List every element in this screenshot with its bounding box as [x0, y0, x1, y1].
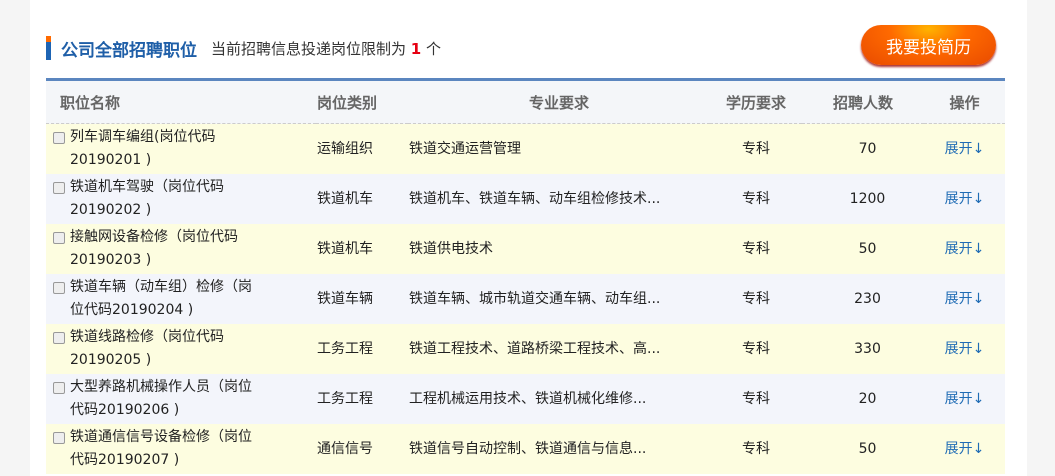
job-education: 专科	[710, 174, 802, 224]
job-count: 1200	[802, 174, 924, 224]
job-checkbox[interactable]	[53, 132, 65, 144]
job-category: 通信信号	[316, 424, 408, 474]
expand-link[interactable]: 展开↓	[924, 224, 1005, 274]
job-name-cell: 大型养路机械操作人员（岗位 代码20190206 )	[46, 374, 316, 424]
col-category: 岗位类别	[316, 79, 408, 124]
job-title: 接触网设备检修（岗位代码	[70, 229, 238, 245]
limit-count: 1	[410, 39, 422, 58]
expand-link[interactable]: 展开↓	[924, 424, 1005, 474]
limit-suffix: 个	[426, 39, 442, 58]
job-category: 铁道机车	[316, 224, 408, 274]
job-name-cell: 铁道通信信号设备检修（岗位 代码20190207 )	[46, 424, 316, 474]
expand-link[interactable]: 展开↓	[924, 324, 1005, 374]
job-major: 铁道交通运营管理	[408, 123, 710, 174]
job-name: 接触网设备检修（岗位代码 20190203 )	[70, 226, 238, 272]
job-title: 大型养路机械操作人员（岗位	[70, 379, 252, 395]
job-education: 专科	[710, 274, 802, 324]
table-row: 接触网设备检修（岗位代码 20190203 ) 铁道机车 铁道供电技术 专科 50…	[46, 224, 1005, 274]
table-row: 大型养路机械操作人员（岗位 代码20190206 ) 工务工程 工程机械运用技术、…	[46, 374, 1005, 424]
job-category: 运输组织	[316, 123, 408, 174]
job-count: 330	[802, 324, 924, 374]
section-title: 公司全部招聘职位	[61, 40, 197, 61]
expand-link[interactable]: 展开↓	[924, 274, 1005, 324]
title-accent-bar	[46, 36, 51, 60]
table-row: 列车调车编组(岗位代码 20190201 ) 运输组织 铁道交通运营管理 专科 7…	[46, 123, 1005, 174]
job-name: 大型养路机械操作人员（岗位 代码20190206 )	[70, 376, 252, 422]
job-count: 230	[802, 274, 924, 324]
job-education: 专科	[710, 224, 802, 274]
col-education: 学历要求	[710, 79, 802, 124]
job-code: 20190203 )	[70, 252, 152, 268]
job-table: 职位名称 岗位类别 专业要求 学历要求 招聘人数 操作 列车调车编组(岗位代码 2…	[46, 78, 1005, 474]
job-major: 铁道机车、铁道车辆、动车组检修技术...	[408, 174, 710, 224]
job-code: 代码20190207 )	[70, 452, 180, 468]
job-code: 代码20190206 )	[70, 402, 180, 418]
job-count: 50	[802, 424, 924, 474]
job-education: 专科	[710, 374, 802, 424]
job-category: 铁道机车	[316, 174, 408, 224]
expand-link[interactable]: 展开↓	[924, 374, 1005, 424]
job-major: 工程机械运用技术、铁道机械化维修...	[408, 374, 710, 424]
application-limit: 当前招聘信息投递岗位限制为 1 个	[211, 38, 441, 59]
section-header: 公司全部招聘职位 当前招聘信息投递岗位限制为 1 个	[46, 36, 441, 61]
job-name-cell: 列车调车编组(岗位代码 20190201 )	[46, 123, 316, 174]
job-code: 20190205 )	[70, 352, 152, 368]
job-checkbox[interactable]	[53, 182, 65, 194]
col-count: 招聘人数	[802, 79, 924, 124]
expand-link[interactable]: 展开↓	[924, 123, 1005, 174]
job-name: 铁道通信信号设备检修（岗位 代码20190207 )	[70, 426, 252, 472]
job-major: 铁道供电技术	[408, 224, 710, 274]
job-name-cell: 铁道机车驾驶（岗位代码 20190202 )	[46, 174, 316, 224]
job-name-cell: 接触网设备检修（岗位代码 20190203 )	[46, 224, 316, 274]
job-major: 铁道车辆、城市轨道交通车辆、动车组...	[408, 274, 710, 324]
job-education: 专科	[710, 123, 802, 174]
job-major: 铁道信号自动控制、铁道通信与信息...	[408, 424, 710, 474]
job-code: 20190201 )	[70, 152, 152, 168]
job-title: 铁道通信信号设备检修（岗位	[70, 429, 252, 445]
job-count: 70	[802, 123, 924, 174]
job-education: 专科	[710, 324, 802, 374]
col-action: 操作	[924, 79, 1005, 124]
job-title: 铁道线路检修（岗位代码	[70, 329, 224, 345]
job-category: 工务工程	[316, 374, 408, 424]
table-row: 铁道通信信号设备检修（岗位 代码20190207 ) 通信信号 铁道信号自动控制、…	[46, 424, 1005, 474]
table-header: 职位名称 岗位类别 专业要求 学历要求 招聘人数 操作	[46, 79, 1005, 124]
job-name: 铁道车辆（动车组）检修（岗 位代码20190204 )	[70, 276, 252, 322]
job-title: 铁道机车驾驶（岗位代码	[70, 179, 224, 195]
table-row: 铁道车辆（动车组）检修（岗 位代码20190204 ) 铁道车辆 铁道车辆、城市轨…	[46, 274, 1005, 324]
job-category: 铁道车辆	[316, 274, 408, 324]
limit-prefix: 当前招聘信息投递岗位限制为	[211, 39, 407, 58]
job-count: 50	[802, 224, 924, 274]
col-name: 职位名称	[46, 79, 316, 124]
job-title: 列车调车编组(岗位代码	[70, 129, 216, 145]
job-code: 20190202 )	[70, 202, 152, 218]
job-checkbox[interactable]	[53, 432, 65, 444]
job-code: 位代码20190204 )	[70, 302, 194, 318]
col-major: 专业要求	[408, 79, 710, 124]
job-checkbox[interactable]	[53, 332, 65, 344]
job-name: 列车调车编组(岗位代码 20190201 )	[70, 126, 215, 172]
job-checkbox[interactable]	[53, 382, 65, 394]
job-major: 铁道工程技术、道路桥梁工程技术、高...	[408, 324, 710, 374]
table-row: 铁道线路检修（岗位代码 20190205 ) 工务工程 铁道工程技术、道路桥梁工程…	[46, 324, 1005, 374]
job-name-cell: 铁道车辆（动车组）检修（岗 位代码20190204 )	[46, 274, 316, 324]
table-row: 铁道机车驾驶（岗位代码 20190202 ) 铁道机车 铁道机车、铁道车辆、动车组…	[46, 174, 1005, 224]
job-title: 铁道车辆（动车组）检修（岗	[70, 279, 252, 295]
expand-link[interactable]: 展开↓	[924, 174, 1005, 224]
job-checkbox[interactable]	[53, 232, 65, 244]
submit-resume-button[interactable]: 我要投简历	[861, 25, 996, 65]
job-name: 铁道机车驾驶（岗位代码 20190202 )	[70, 176, 224, 222]
job-category: 工务工程	[316, 324, 408, 374]
job-count: 20	[802, 374, 924, 424]
job-education: 专科	[710, 424, 802, 474]
job-name: 铁道线路检修（岗位代码 20190205 )	[70, 326, 224, 372]
job-checkbox[interactable]	[53, 282, 65, 294]
job-name-cell: 铁道线路检修（岗位代码 20190205 )	[46, 324, 316, 374]
